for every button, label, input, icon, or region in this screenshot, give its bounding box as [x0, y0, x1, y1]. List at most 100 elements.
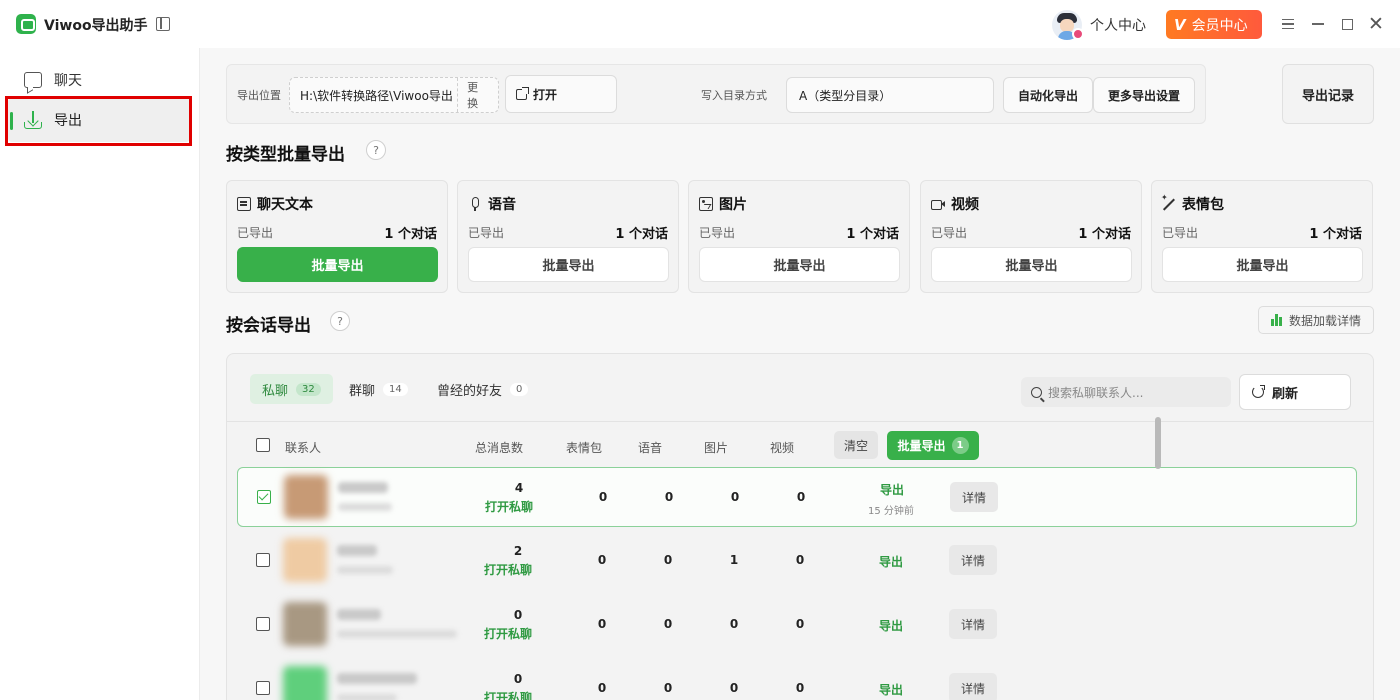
export-link[interactable]: 导出 [879, 553, 903, 570]
batch-export-voice-button[interactable]: 批量导出 [468, 247, 669, 282]
open-chat-link[interactable]: 打开私聊 [484, 561, 532, 578]
vip-v-icon: V [1174, 15, 1186, 34]
open-chat-link[interactable]: 打开私聊 [485, 498, 533, 515]
row-checkbox[interactable] [256, 553, 270, 567]
open-chat-link[interactable]: 打开私聊 [484, 625, 532, 642]
contact-avatar [283, 538, 327, 582]
exported-label: 已导出 [1162, 226, 1199, 240]
table-row[interactable]: 0 打开私聊 0 0 0 0 导出 详情 [237, 595, 1357, 655]
microphone-icon [468, 197, 482, 211]
contact-name-blurred [337, 609, 381, 620]
refresh-label: 刷新 [1272, 386, 1299, 402]
type-card-title: 视频 [951, 197, 979, 213]
export-path-field[interactable]: H:\软件转换路径\Viwoo导出 更换 [289, 77, 499, 113]
open-chat-link[interactable]: 打开私聊 [484, 689, 532, 700]
total-messages: 0 [513, 608, 523, 622]
total-messages: 2 [513, 544, 523, 558]
images-count: 1 [729, 553, 739, 567]
contact-avatar [283, 666, 327, 700]
export-link[interactable]: 导出 [879, 617, 903, 634]
type-card-sticker: 表情包 已导出 1 个对话 批量导出 [1151, 180, 1373, 293]
tab-group[interactable]: 群聊 14 [337, 374, 420, 404]
voice-count: 0 [663, 617, 673, 631]
download-icon [24, 111, 42, 129]
open-folder-button[interactable]: 打开 [505, 75, 617, 113]
search-icon [1031, 386, 1042, 398]
export-link[interactable]: 导出 [880, 481, 904, 498]
batch-export-video-button[interactable]: 批量导出 [931, 247, 1132, 282]
images-count: 0 [729, 681, 739, 695]
data-load-details-button[interactable]: 数据加载详情 [1258, 306, 1374, 334]
tab-former-friends[interactable]: 曾经的好友 0 [425, 374, 540, 404]
auto-export-button[interactable]: 自动化导出 [1003, 77, 1093, 113]
menu-icon[interactable] [1278, 14, 1298, 34]
row-checkbox[interactable] [256, 681, 270, 695]
tab-label: 曾经的好友 [437, 383, 503, 399]
dir-mode-label: 写入目录方式 [701, 89, 767, 102]
help-icon[interactable]: ? [366, 140, 386, 160]
video-count: 0 [795, 617, 805, 631]
type-card-title: 图片 [719, 197, 747, 213]
details-button[interactable]: 详情 [949, 545, 997, 575]
table-row[interactable]: 4 打开私聊 0 0 0 0 导出 15 分钟前 详情 [237, 467, 1357, 527]
images-count: 0 [729, 617, 739, 631]
exported-label: 已导出 [931, 226, 968, 240]
active-indicator [10, 112, 13, 130]
export-link[interactable]: 导出 [879, 681, 903, 698]
sidebar-item-label: 导出 [54, 113, 82, 129]
contact-avatar [283, 602, 327, 646]
close-icon[interactable]: ✕ [1366, 13, 1386, 35]
dir-mode-select[interactable]: A（类型分目录） [786, 77, 994, 113]
maximize-icon[interactable] [1337, 14, 1357, 34]
bar-chart-icon [1270, 314, 1283, 326]
contact-sub-blurred [337, 566, 393, 574]
exported-count: 1 个对话 [384, 227, 437, 242]
details-button[interactable]: 详情 [950, 482, 998, 512]
details-button[interactable]: 详情 [949, 609, 997, 639]
scrollbar-thumb[interactable] [1155, 417, 1161, 469]
exported-count: 1 个对话 [615, 227, 668, 242]
more-export-settings-button[interactable]: 更多导出设置 [1093, 77, 1195, 113]
verified-badge-icon [1072, 28, 1084, 40]
batch-export-sticker-button[interactable]: 批量导出 [1162, 247, 1363, 282]
batch-export-image-button[interactable]: 批量导出 [699, 247, 900, 282]
table-row[interactable]: 2 打开私聊 0 0 1 0 导出 详情 [237, 531, 1357, 591]
details-button[interactable]: 详情 [949, 673, 997, 700]
personal-center-link[interactable]: 个人中心 [1090, 15, 1146, 35]
images-count: 0 [730, 490, 740, 504]
sidebar-toggle-icon[interactable] [156, 17, 170, 31]
row-checkbox[interactable] [257, 490, 271, 504]
sidebar-item-export[interactable]: 导出 [8, 98, 190, 142]
tab-label: 群聊 [349, 383, 376, 399]
search-input[interactable]: 搜索私聊联系人... [1021, 377, 1231, 407]
table-row[interactable]: 0 打开私聊 0 0 0 0 导出 详情 [237, 659, 1357, 700]
refresh-icon [1252, 385, 1265, 398]
export-path-label: 导出位置 [237, 89, 281, 102]
exported-count: 1 个对话 [846, 227, 899, 242]
voice-count: 0 [663, 553, 673, 567]
row-checkbox[interactable] [256, 617, 270, 631]
select-all-checkbox[interactable] [256, 438, 270, 452]
contact-name-blurred [337, 673, 417, 684]
export-records-button[interactable]: 导出记录 [1282, 64, 1374, 124]
sidebar-item-chat[interactable]: 聊天 [8, 58, 190, 102]
tab-count-badge: 0 [510, 382, 529, 396]
selected-count-badge: 1 [951, 437, 969, 454]
total-messages: 0 [513, 672, 523, 686]
help-icon[interactable]: ? [330, 311, 350, 331]
refresh-button[interactable]: 刷新 [1239, 374, 1351, 410]
change-path-button[interactable]: 更换 [457, 78, 498, 112]
total-messages: 4 [514, 481, 524, 495]
contact-sub-blurred [337, 694, 397, 700]
vip-center-button[interactable]: V 会员中心 [1166, 10, 1262, 39]
tab-private[interactable]: 私聊 32 [250, 374, 333, 404]
voice-count: 0 [664, 490, 674, 504]
type-card-title: 聊天文本 [257, 197, 313, 213]
batch-export-button[interactable]: 批量导出 1 [887, 431, 979, 460]
voice-count: 0 [663, 681, 673, 695]
main-content: 导出位置 H:\软件转换路径\Viwoo导出 更换 打开 写入目录方式 A（类型… [200, 48, 1400, 700]
chat-icon [24, 72, 42, 88]
clear-selection-button[interactable]: 清空 [834, 431, 878, 459]
batch-export-text-button[interactable]: 批量导出 [237, 247, 438, 282]
minimize-icon[interactable] [1308, 14, 1328, 34]
